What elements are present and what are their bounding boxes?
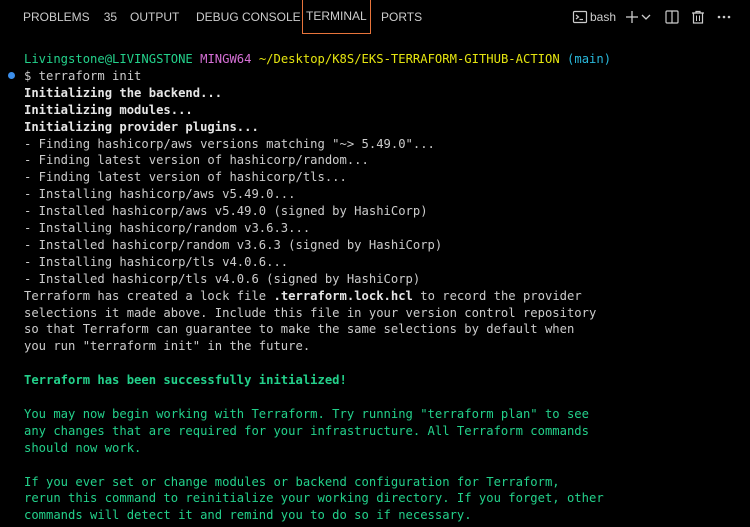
prompt-line: Livingstone@LIVINGSTONE MINGW64 ~/Deskto… (24, 51, 611, 68)
panel-tab-bar: PROBLEMS 35 OUTPUT DEBUG CONSOLE TERMINAL… (0, 0, 750, 34)
terminal-icon[interactable] (572, 9, 588, 25)
prompt-path: ~/Desktop/K8S/EKS-TERRAFORM-GITHUB-ACTIO… (258, 52, 560, 66)
command-line: $ terraform init (24, 68, 142, 83)
output-line: If you ever set or change modules or bac… (24, 474, 560, 489)
lock-file-line: Terraform has created a lock file .terra… (24, 288, 582, 305)
output-line: - Installing hashicorp/tls v4.0.6... (24, 254, 289, 269)
lock-file-pre: Terraform has created a lock file (24, 288, 274, 303)
output-line: any changes that are required for your i… (24, 423, 589, 438)
problems-count-badge: 35 (103, 10, 118, 24)
lock-file-post: to record the provider (412, 288, 582, 303)
tab-ports-label: PORTS (381, 10, 423, 24)
success-message: Terraform has been successfully initiali… (24, 373, 347, 388)
output-line: - Finding latest version of hashicorp/ra… (24, 153, 369, 168)
trash-icon[interactable] (690, 9, 706, 25)
output-line: You may now begin working with Terraform… (24, 406, 589, 421)
output-line: so that Terraform can guarantee to make … (24, 322, 575, 337)
output-line: - Installed hashicorp/tls v4.0.6 (signed… (24, 271, 421, 286)
output-line: - Installing hashicorp/aws v5.49.0... (24, 187, 296, 202)
tab-problems[interactable]: PROBLEMS 35 (23, 0, 117, 34)
output-line: - Installed hashicorp/aws v5.49.0 (signe… (24, 204, 428, 219)
prompt-env: MINGW64 (200, 52, 252, 66)
tab-terminal-label: TERMINAL (306, 9, 367, 23)
command-decoration-icon[interactable] (8, 72, 15, 79)
plus-icon[interactable] (624, 9, 640, 25)
lock-file-name: .terraform.lock.hcl (273, 288, 413, 303)
output-line: you run "terraform init" in the future. (24, 339, 311, 354)
tab-debug-console[interactable]: DEBUG CONSOLE (196, 0, 301, 34)
tab-debug-console-label: DEBUG CONSOLE (196, 10, 301, 24)
output-line: rerun this command to reinitialize your … (24, 491, 604, 506)
prompt-branch: (main) (567, 52, 612, 66)
prompt-user-host: Livingstone@LIVINGSTONE (24, 52, 193, 66)
tab-problems-label: PROBLEMS (23, 10, 90, 24)
output-line-plugins: Initializing provider plugins... (24, 119, 259, 134)
tab-ports[interactable]: PORTS (381, 0, 422, 34)
output-line-modules: Initializing modules... (24, 102, 193, 117)
output-line: - Finding latest version of hashicorp/tl… (24, 170, 347, 185)
output-line: - Installing hashicorp/random v3.6.3... (24, 221, 311, 235)
more-icon[interactable] (716, 9, 732, 25)
tab-output-label: OUTPUT (130, 10, 180, 24)
tab-terminal[interactable]: TERMINAL (302, 0, 371, 34)
output-line: - Finding hashicorp/aws versions matchin… (24, 136, 435, 151)
output-line: commands will detect it and remind you t… (24, 508, 472, 523)
output-line: - Installed hashicorp/random v3.6.3 (sig… (24, 237, 443, 252)
terminal-toolbar: bash (570, 0, 750, 34)
output-line: selections it made above. Include this f… (24, 305, 597, 320)
terminal-output[interactable]: Livingstone@LIVINGSTONE MINGW64 ~/Deskto… (0, 51, 750, 527)
output-line-backend: Initializing the backend... (24, 85, 223, 100)
split-icon[interactable] (664, 9, 680, 25)
shell-label[interactable]: bash (590, 0, 616, 34)
tab-output[interactable]: OUTPUT (130, 0, 179, 34)
chevron-down-icon[interactable] (640, 9, 652, 25)
output-line: should now work. (24, 440, 142, 455)
